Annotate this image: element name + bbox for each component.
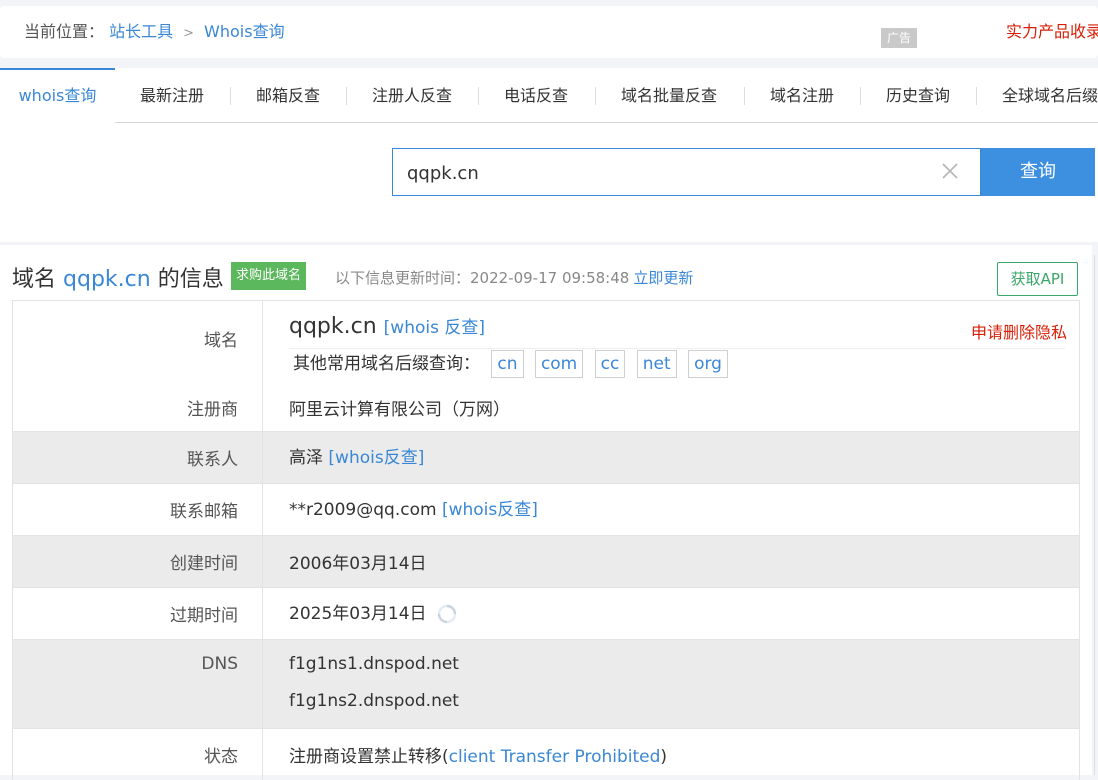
tab-email-reverse[interactable]: 邮箱反查 [256, 68, 320, 122]
tab-registrant-reverse[interactable]: 注册人反查 [372, 68, 452, 122]
label-contact: 联系人 [187, 450, 238, 470]
tab-divider [860, 87, 861, 105]
tab-divider [346, 87, 347, 105]
row-label-cell: 创建时间 [13, 536, 263, 587]
tab-history[interactable]: 历史查询 [886, 68, 950, 122]
table-row-email: 联系邮箱 **r2009@qq.com [whois反查] [13, 484, 1079, 536]
domain-value-line: qqpk.cn [whois 反查] [289, 313, 485, 339]
privacy-removal-link[interactable]: 申请删除隐私 [971, 319, 1067, 343]
search-button[interactable]: 查询 [981, 148, 1095, 196]
buy-domain-button[interactable]: 求购此域名 [231, 262, 307, 290]
update-info: 以下信息更新时间：2022-09-17 09:58:48 立即更新 [335, 267, 693, 288]
suffix-com[interactable]: com [534, 350, 584, 378]
label-created: 创建时间 [170, 554, 238, 574]
dns-value-2: f1g1ns2.dnspod.net [289, 691, 459, 711]
promo-link[interactable]: 实力产品收录 [1006, 6, 1098, 58]
dns-value-1: f1g1ns1.dnspod.net [289, 654, 459, 674]
suffix-label: 其他常用域名后缀查询： [293, 354, 480, 374]
row-label-cell: 联系邮箱 [13, 484, 263, 535]
status-value-line: 注册商设置禁止转移(client Transfer Prohibited) [289, 742, 667, 767]
contact-value-line: 高泽 [whois反查] [289, 443, 424, 468]
contact-value: 高泽 [289, 448, 323, 468]
expire-value-line: 2025年03月14日 [289, 599, 458, 625]
tab-divider [744, 87, 745, 105]
email-value-line: **r2009@qq.com [whois反查] [289, 495, 538, 520]
tab-divider [595, 87, 596, 105]
tab-divider [976, 87, 977, 105]
email-value: **r2009@qq.com [289, 500, 437, 520]
tab-whois-query[interactable]: whois查询 [0, 68, 115, 122]
created-value: 2006年03月14日 [289, 554, 427, 574]
breadcrumb: 当前位置： 站长工具 > Whois查询 [24, 6, 285, 60]
email-whois-link[interactable]: [whois反查] [442, 500, 538, 520]
search-input[interactable] [405, 149, 929, 197]
tab-divider [478, 87, 479, 105]
update-time-text: 以下信息更新时间：2022-09-17 09:58:48 [335, 269, 630, 287]
tab-underline [115, 122, 1098, 123]
refresh-icon[interactable] [436, 603, 458, 625]
tab-domain-registration[interactable]: 域名注册 [770, 68, 834, 122]
domain-info-panel: 域名 qqpk.cn 的信息 求购此域名 以下信息更新时间：2022-09-17… [0, 245, 1092, 780]
status-suffix: ) [660, 747, 668, 767]
title-domain: qqpk.cn [63, 267, 151, 292]
tab-divider [230, 87, 231, 105]
update-now-link[interactable]: 立即更新 [633, 269, 693, 287]
ad-tag: 广告 [881, 28, 917, 48]
tab-latest-registration[interactable]: 最新注册 [140, 68, 204, 122]
tab-search-section: whois查询 最新注册 邮箱反查 注册人反查 电话反查 域名批量反查 域名注册… [0, 68, 1098, 242]
domain-value: qqpk.cn [289, 314, 377, 339]
label-status: 状态 [204, 747, 238, 767]
contact-whois-link[interactable]: [whois反查] [328, 448, 424, 468]
status-link[interactable]: client Transfer Prohibited [449, 747, 661, 767]
table-row-created: 创建时间 2006年03月14日 [13, 536, 1079, 588]
suffix-cc[interactable]: cc [594, 350, 626, 378]
table-row-dns: DNS f1g1ns1.dnspod.net f1g1ns2.dnspod.ne… [13, 640, 1079, 729]
expire-value: 2025年03月14日 [289, 604, 427, 624]
breadcrumb-separator: > [183, 26, 195, 41]
status-prefix: 注册商设置禁止转移( [289, 747, 449, 767]
label-email: 联系邮箱 [170, 502, 238, 522]
get-api-button[interactable]: 获取API [997, 262, 1078, 296]
tab-phone-reverse[interactable]: 电话反查 [504, 68, 568, 122]
row-label-cell: 域名 注册商 [13, 301, 263, 431]
title-prefix: 域名 [12, 267, 57, 292]
label-dns: DNS [201, 654, 238, 674]
table-row-contact: 联系人 高泽 [whois反查] [13, 432, 1079, 484]
whois-table: 域名 注册商 qqpk.cn [whois 反查] 申请删除隐私 其他常用域名后… [12, 300, 1080, 780]
row-label-cell: 状态 [13, 729, 263, 780]
search-box [392, 148, 981, 197]
table-row-domain: 域名 注册商 qqpk.cn [whois 反查] 申请删除隐私 其他常用域名后… [13, 301, 1079, 432]
registrar-value: 阿里云计算有限公司（万网） [289, 400, 510, 420]
row-label-cell: DNS [13, 640, 263, 728]
tab-batch-reverse[interactable]: 域名批量反查 [621, 68, 717, 122]
table-row-expire: 过期时间 2025年03月14日 [13, 588, 1079, 640]
label-expire: 过期时间 [170, 606, 238, 626]
breadcrumb-lead: 当前位置： [24, 22, 105, 41]
table-row-status: 状态 注册商设置禁止转移(client Transfer Prohibited) [13, 729, 1079, 780]
suffix-org[interactable]: org [688, 350, 728, 378]
domain-whois-link[interactable]: [whois 反查] [384, 318, 485, 338]
page-title: 域名 qqpk.cn 的信息 [12, 261, 224, 293]
suffix-net[interactable]: net [636, 350, 677, 378]
breadcrumb-bar: 当前位置： 站长工具 > Whois查询 广告 实力产品收录 [0, 6, 1098, 58]
clear-icon[interactable] [940, 161, 960, 181]
breadcrumb-link-whois[interactable]: Whois查询 [204, 22, 285, 41]
label-domain: 域名 [204, 331, 238, 351]
row-label-cell: 过期时间 [13, 588, 263, 639]
tab-global-suffix[interactable]: 全球域名后缀 [1002, 68, 1098, 122]
row-label-cell: 联系人 [13, 432, 263, 483]
right-scroll-edge [1092, 255, 1098, 775]
label-registrar: 注册商 [187, 400, 238, 420]
breadcrumb-link-tools[interactable]: 站长工具 [109, 22, 173, 41]
suffix-row: 其他常用域名后缀查询： cn com cc net org [293, 349, 728, 378]
suffix-cn[interactable]: cn [491, 350, 524, 378]
title-suffix: 的信息 [157, 267, 224, 292]
